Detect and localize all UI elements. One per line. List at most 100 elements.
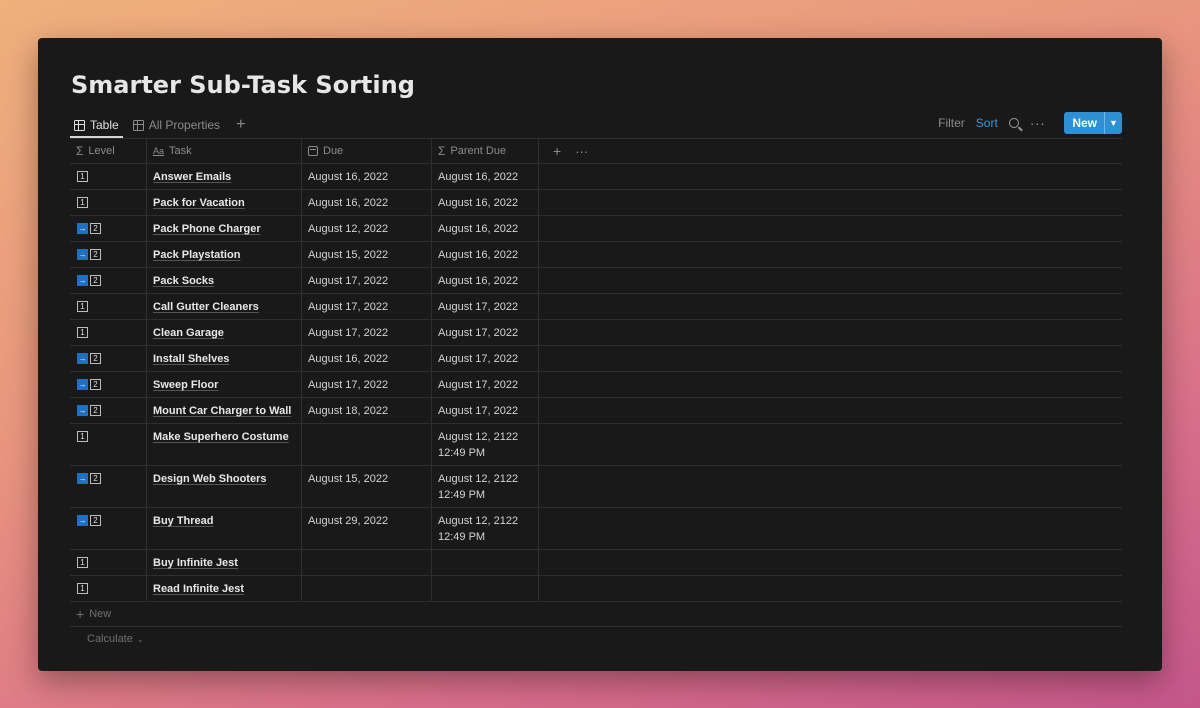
table-row[interactable]: 1 Clean Garage August 17, 2022 August 17, 2… <box>70 320 1122 346</box>
task-title[interactable]: Buy Thread <box>153 515 214 527</box>
task-title[interactable]: Call Gutter Cleaners <box>153 301 259 313</box>
task-title[interactable]: Clean Garage <box>153 327 224 339</box>
task-title[interactable]: Buy Infinite Jest <box>153 557 238 569</box>
due-cell[interactable]: August 16, 2022 <box>302 190 432 215</box>
table-row[interactable]: → 2 Pack Playstation August 15, 2022 August … <box>70 242 1122 268</box>
add-view-icon[interactable]: + <box>236 117 245 133</box>
column-header-level[interactable]: Σ Level <box>70 138 147 164</box>
parent-due-line: August 16, 2022 <box>438 171 519 183</box>
table-row[interactable]: → 2 Mount Car Charger to Wall August 18, 20… <box>70 398 1122 424</box>
due-cell[interactable] <box>302 424 432 465</box>
due-cell[interactable]: August 17, 2022 <box>302 320 432 345</box>
table-row[interactable]: → 2 Install Shelves August 16, 2022 August 1… <box>70 346 1122 372</box>
level-cell[interactable]: 1 <box>70 164 147 189</box>
new-button[interactable]: New ▼ <box>1064 112 1122 134</box>
column-header-due[interactable]: Due <box>302 138 432 164</box>
task-title[interactable]: Sweep Floor <box>153 379 218 391</box>
task-cell[interactable]: Make Superhero Costume <box>147 424 302 465</box>
tab-all-properties[interactable]: All Properties <box>129 116 224 134</box>
task-cell[interactable]: Pack Playstation <box>147 242 302 267</box>
level-cell[interactable]: 1 <box>70 550 147 575</box>
task-title[interactable]: Pack Socks <box>153 275 214 287</box>
task-cell[interactable]: Install Shelves <box>147 346 302 371</box>
column-header-parent-due[interactable]: Σ Parent Due <box>432 138 539 164</box>
more-options-icon[interactable]: ··· <box>575 144 588 159</box>
level-cell[interactable]: → 2 <box>70 466 147 507</box>
level-cell[interactable]: → 2 <box>70 346 147 371</box>
task-title[interactable]: Pack Playstation <box>153 249 240 261</box>
task-cell[interactable]: Mount Car Charger to Wall <box>147 398 302 423</box>
task-title[interactable]: Mount Car Charger to Wall <box>153 405 291 417</box>
due-cell[interactable]: August 12, 2022 <box>302 216 432 241</box>
table-row[interactable]: → 2 Pack Socks August 17, 2022 August 16, 20… <box>70 268 1122 294</box>
level-cell[interactable]: → 2 <box>70 216 147 241</box>
task-cell[interactable]: Clean Garage <box>147 320 302 345</box>
parent-due-cell: August 16, 2022 <box>432 216 539 241</box>
task-title[interactable]: Design Web Shooters <box>153 473 266 485</box>
level-cell[interactable]: 1 <box>70 294 147 319</box>
due-cell[interactable]: August 29, 2022 <box>302 508 432 549</box>
level-cell[interactable]: → 2 <box>70 242 147 267</box>
table-row[interactable]: → 2 Design Web Shooters August 15, 2022 Augu… <box>70 466 1122 508</box>
level-cell[interactable]: → 2 <box>70 398 147 423</box>
level-cell[interactable]: 1 <box>70 190 147 215</box>
calculate-button[interactable]: Calculate ⌄ <box>70 627 1122 651</box>
task-cell[interactable]: Buy Thread <box>147 508 302 549</box>
task-cell[interactable]: Pack Phone Charger <box>147 216 302 241</box>
due-cell[interactable]: August 17, 2022 <box>302 294 432 319</box>
column-level-label: Level <box>88 145 115 157</box>
table-row[interactable]: → 2 Sweep Floor August 17, 2022 August 17, 2… <box>70 372 1122 398</box>
due-cell[interactable] <box>302 550 432 575</box>
level-cell[interactable]: → 2 <box>70 268 147 293</box>
task-cell[interactable]: Pack for Vacation <box>147 190 302 215</box>
due-cell[interactable]: August 17, 2022 <box>302 372 432 397</box>
level-cell[interactable]: → 2 <box>70 508 147 549</box>
task-title[interactable]: Read Infinite Jest <box>153 583 244 595</box>
due-cell[interactable] <box>302 576 432 601</box>
due-cell[interactable]: August 16, 2022 <box>302 164 432 189</box>
task-title[interactable]: Answer Emails <box>153 171 231 183</box>
task-cell[interactable]: Pack Socks <box>147 268 302 293</box>
sort-button[interactable]: Sort <box>976 116 998 130</box>
due-cell[interactable]: August 15, 2022 <box>302 242 432 267</box>
table-row[interactable]: 1 Pack for Vacation August 16, 2022 August … <box>70 190 1122 216</box>
table-row[interactable]: 1 Answer Emails August 16, 2022 August 16, … <box>70 164 1122 190</box>
new-row-button[interactable]: + New <box>70 602 1122 627</box>
task-cell[interactable]: Answer Emails <box>147 164 302 189</box>
level-cell[interactable]: → 2 <box>70 372 147 397</box>
chevron-down-icon[interactable]: ▼ <box>1104 112 1122 134</box>
table-row[interactable]: → 2 Pack Phone Charger August 12, 2022 Augus… <box>70 216 1122 242</box>
task-title[interactable]: Make Superhero Costume <box>153 431 289 443</box>
column-header-task[interactable]: Aa Task <box>147 138 302 164</box>
task-title[interactable]: Install Shelves <box>153 353 229 365</box>
parent-due-line: August 17, 2022 <box>438 327 519 339</box>
search-icon[interactable] <box>1008 118 1019 128</box>
due-cell[interactable]: August 16, 2022 <box>302 346 432 371</box>
task-cell[interactable]: Design Web Shooters <box>147 466 302 507</box>
task-cell[interactable]: Read Infinite Jest <box>147 576 302 601</box>
parent-due-cell <box>432 550 539 575</box>
tab-table[interactable]: Table <box>70 116 123 134</box>
task-cell[interactable]: Call Gutter Cleaners <box>147 294 302 319</box>
more-options-icon[interactable]: ··· <box>1030 115 1046 131</box>
task-title[interactable]: Pack Phone Charger <box>153 223 261 235</box>
task-cell[interactable]: Buy Infinite Jest <box>147 550 302 575</box>
level-cell[interactable]: 1 <box>70 424 147 465</box>
filter-button[interactable]: Filter <box>938 116 965 130</box>
due-cell[interactable]: August 15, 2022 <box>302 466 432 507</box>
task-title[interactable]: Pack for Vacation <box>153 197 245 209</box>
level-number: 2 <box>90 249 101 260</box>
table-row[interactable]: → 2 Buy Thread August 29, 2022 August 12, 21… <box>70 508 1122 550</box>
task-cell[interactable]: Sweep Floor <box>147 372 302 397</box>
table-row[interactable]: 1 Read Infinite Jest <box>70 576 1122 602</box>
level-number: 1 <box>77 583 88 594</box>
table-row[interactable]: 1 Buy Infinite Jest <box>70 550 1122 576</box>
due-cell[interactable]: August 17, 2022 <box>302 268 432 293</box>
add-property-icon[interactable]: + <box>553 143 561 159</box>
table-row[interactable]: 1 Call Gutter Cleaners August 17, 2022 Augu… <box>70 294 1122 320</box>
level-cell[interactable]: 1 <box>70 576 147 601</box>
table-row[interactable]: 1 Make Superhero Costume August 12, 2122 12… <box>70 424 1122 466</box>
due-cell[interactable]: August 18, 2022 <box>302 398 432 423</box>
subtask-arrow-icon: → <box>77 515 88 526</box>
level-cell[interactable]: 1 <box>70 320 147 345</box>
